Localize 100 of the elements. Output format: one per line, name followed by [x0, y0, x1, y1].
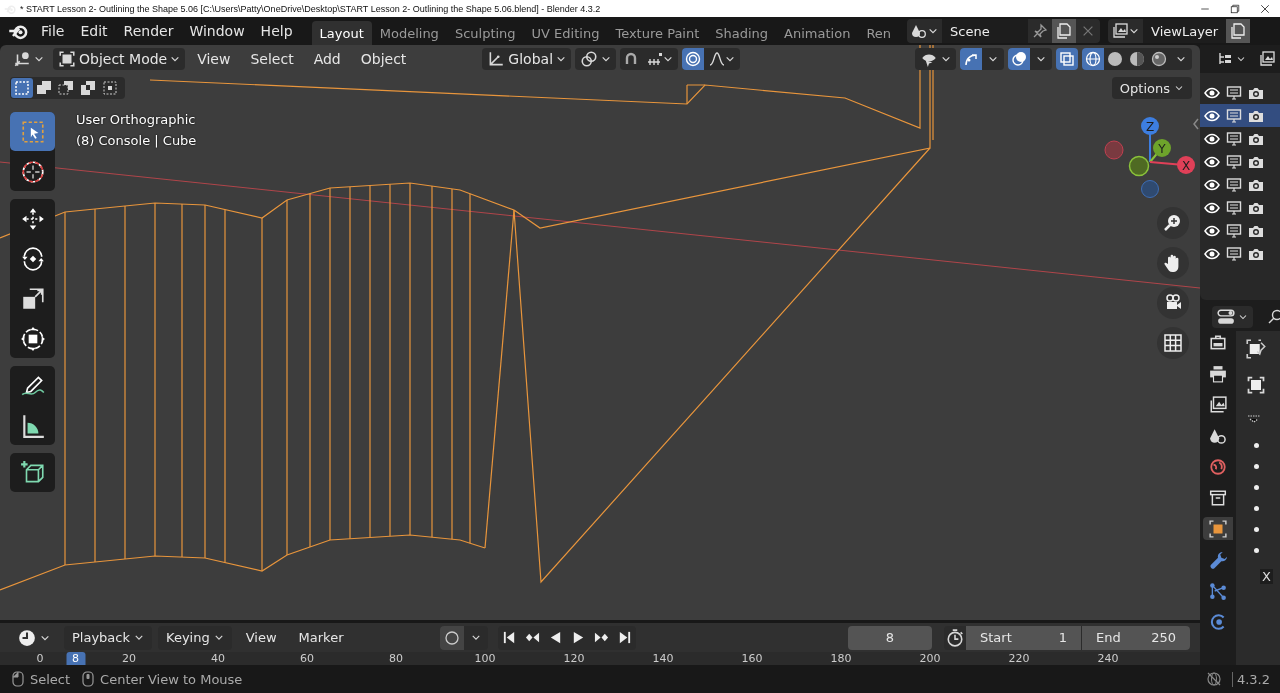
- menu-item[interactable]: Help: [253, 20, 300, 42]
- outliner-row[interactable]: [1200, 104, 1280, 127]
- workspace-tab[interactable]: Shading: [707, 21, 777, 45]
- dashed-square-icon: [14, 80, 30, 96]
- frame-number: 180: [830, 652, 852, 665]
- toggle-switches-icon: [1217, 308, 1235, 326]
- options-dropdown[interactable]: Options: [1111, 77, 1192, 99]
- current-frame-field[interactable]: 8: [848, 625, 932, 650]
- bullet-dot: [1254, 464, 1259, 469]
- workspace-tab[interactable]: Texture Paint: [607, 21, 708, 45]
- magnifier-icon: [1163, 213, 1183, 233]
- field-label: X: [1260, 569, 1273, 584]
- monitor-icon[interactable]: [1226, 84, 1242, 101]
- squares-subtract-icon: [58, 80, 74, 96]
- auto-keying-toggle[interactable]: [440, 625, 464, 650]
- new-button[interactable]: [1052, 19, 1077, 43]
- menu-item[interactable]: Window: [182, 20, 252, 42]
- frame-number: 240: [1097, 652, 1119, 665]
- frame-number: 120: [563, 652, 585, 665]
- squares-intersect-icon: [102, 80, 118, 96]
- zoom-button[interactable]: [1157, 207, 1189, 239]
- bell-curve-icon: [709, 51, 726, 67]
- monitor-icon[interactable]: [1226, 222, 1242, 239]
- pivot-dropdown[interactable]: [575, 48, 617, 70]
- overlay-toggle[interactable]: [1008, 48, 1030, 70]
- next-keyframe-icon: [594, 630, 609, 645]
- orbit-icon: [1209, 612, 1227, 631]
- proportional-editing-toggle[interactable]: [682, 48, 705, 70]
- overlapping-circles-icon: [1011, 51, 1027, 67]
- visibility-dropdown[interactable]: [915, 48, 956, 70]
- frame-number: 140: [652, 652, 674, 665]
- square-frame-icon: [58, 50, 76, 68]
- clock-icon: [18, 628, 36, 647]
- shortcut-hint: Center View to Mouse: [100, 671, 243, 687]
- start-frame-field[interactable]: Start 1: [966, 625, 1082, 650]
- bullet-dot: [1254, 443, 1259, 448]
- camera-view-button[interactable]: [1157, 287, 1189, 319]
- workspace-tab[interactable]: UV Editing: [523, 21, 608, 45]
- workspace-tab[interactable]: Modeling: [371, 21, 447, 45]
- pan-button[interactable]: [1157, 247, 1189, 279]
- axis-label: Z: [1145, 119, 1155, 134]
- gizmo-toggle[interactable]: [960, 48, 982, 70]
- record-circle-icon: [444, 629, 460, 646]
- restore-icon[interactable]: [1229, 2, 1241, 15]
- frame-number: 40: [211, 652, 225, 665]
- editor-type-button[interactable]: [1212, 306, 1253, 328]
- monitor-icon[interactable]: [1226, 153, 1242, 170]
- mouse-icon: [10, 671, 26, 687]
- orientation-dropdown[interactable]: Global: [482, 48, 572, 70]
- images-icon: [1259, 51, 1275, 67]
- box-icon: [1209, 488, 1227, 507]
- jump-end-icon: [617, 630, 632, 645]
- new-button[interactable]: [1226, 19, 1251, 43]
- monitor-icon[interactable]: [1226, 130, 1242, 147]
- view-layer-name-field[interactable]: ViewLayer: [1143, 19, 1227, 43]
- menu-item[interactable]: Edit: [73, 20, 115, 42]
- monitor-icon[interactable]: [1226, 199, 1242, 216]
- search-icon[interactable]: [1267, 309, 1280, 325]
- monitor-icon[interactable]: [1226, 245, 1242, 262]
- monitor-icon[interactable]: [1226, 107, 1242, 124]
- menu-dropdown[interactable]: Keying: [158, 625, 232, 650]
- workspace-tab[interactable]: Ren: [858, 21, 900, 45]
- menu-item[interactable]: Select: [242, 51, 302, 67]
- frame-number: 100: [474, 652, 496, 665]
- globe-icon: [1209, 457, 1227, 476]
- window-title: * START Lesson 2- Outlining the Shape 5.06 [C:\Users\Patty\OneDrive\Desktop\START Lesson 2- Outlining the Shape 5.06.blend] - Blender 4.3.2: [20, 3, 601, 14]
- menu-item[interactable]: Object: [352, 51, 415, 67]
- frame-number: 80: [389, 652, 403, 665]
- square-pin-icon[interactable]: [1246, 339, 1266, 359]
- menu-item[interactable]: View: [189, 51, 239, 67]
- mode-dropdown[interactable]: Object Mode: [53, 48, 186, 70]
- menu-item[interactable]: File: [34, 20, 72, 42]
- menu-dropdown[interactable]: Playback: [64, 625, 152, 650]
- duplicate-icon: [1056, 23, 1073, 39]
- axis-gizmo-drawing[interactable]: [1104, 117, 1195, 198]
- menu-item[interactable]: Marker: [290, 625, 352, 650]
- sidebar-expand-icon[interactable]: [1192, 117, 1200, 131]
- close-icon[interactable]: [1259, 2, 1271, 15]
- view-name-label: User Orthographic: [76, 111, 197, 129]
- menu-item[interactable]: Add: [305, 51, 349, 67]
- square-frame-icon[interactable]: [1246, 375, 1266, 395]
- menu-item[interactable]: View: [237, 625, 285, 650]
- network-off-icon: [1205, 671, 1222, 687]
- curve-arrow-icon: [963, 51, 979, 67]
- shading-mode-button[interactable]: [1082, 48, 1104, 70]
- stopwatch-icon: [946, 628, 964, 647]
- previous-keyframe-icon: [525, 630, 540, 645]
- workspace-tab[interactable]: Layout: [311, 21, 372, 45]
- playhead-marker[interactable]: 8: [66, 652, 86, 665]
- selection-mode-button[interactable]: [11, 78, 33, 98]
- axes-icon: [487, 50, 506, 68]
- xray-toggle[interactable]: [1056, 48, 1078, 70]
- monitor-icon[interactable]: [1226, 176, 1242, 193]
- scene-name-field[interactable]: Scene: [942, 19, 1029, 43]
- workspace-tab[interactable]: Animation: [776, 21, 859, 45]
- frame-number: 60: [300, 652, 314, 665]
- projection-toggle-button[interactable]: [1157, 327, 1189, 359]
- menu-item[interactable]: Render: [116, 20, 181, 42]
- end-frame-field[interactable]: End 250: [1082, 625, 1190, 650]
- workspace-tab[interactable]: Sculpting: [446, 21, 524, 45]
